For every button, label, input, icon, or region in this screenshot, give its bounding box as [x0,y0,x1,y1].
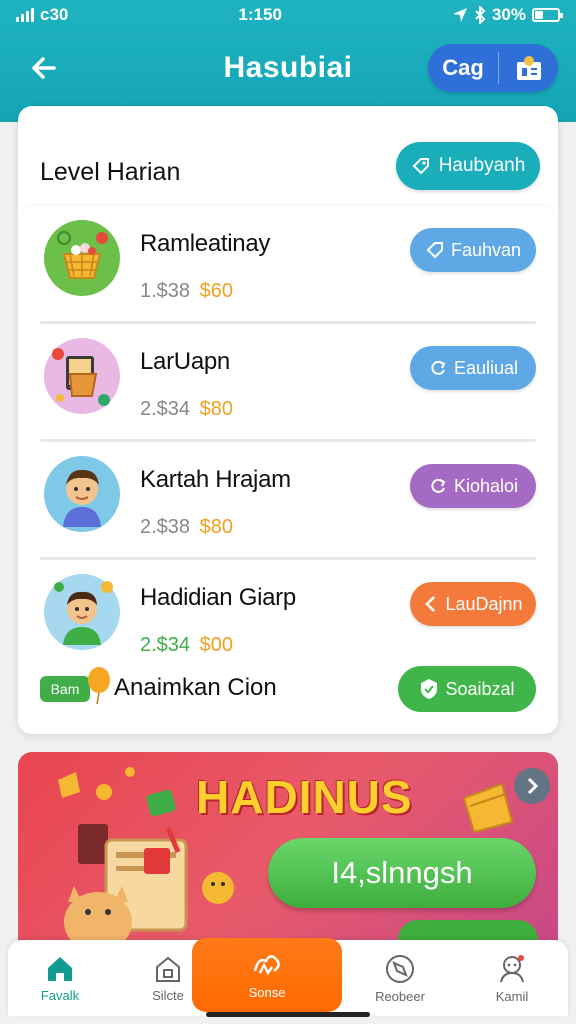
extra-action-label: Soaibzal [445,678,515,699]
level-card: Level Harian Haubyanh Ramleatinay 1.$38 [18,106,558,734]
boy-icon [63,469,101,527]
list-item-extra: Bam Anaimkan Cion Soaibzal [22,658,554,724]
item-price: 2.$34 $80 [140,398,233,421]
refresh-icon [431,478,446,493]
bluetooth-icon [475,6,486,24]
banner-cta-button[interactable]: I4,slnngsh [268,838,536,908]
item-action-button[interactable]: Eauliual [410,346,536,390]
man-icon [54,581,113,645]
tablet-icon [52,348,110,406]
app-header: c30 1:150 30% Hasubiai Cag [0,0,576,122]
shield-check-icon [421,679,438,699]
id-card-icon [516,56,541,80]
person-avatar [44,574,120,650]
item-name: Ramleatinay [140,230,271,257]
nav-row: Hasubiai Cag [0,40,576,96]
carrier-text: c30 [40,5,69,24]
section-title: Level Harian [40,158,181,186]
status-bar: c30 1:150 30% [0,0,576,30]
list-item: LarUapn 2.$34 $80 Eauliual [22,324,554,442]
item-action-label: LauDajnn [445,593,523,614]
refresh-icon [431,360,446,375]
back-button[interactable] [24,48,64,88]
item-new-price: $60 [199,280,233,302]
item-new-price: $80 [199,398,233,420]
item-old-price: 2.$38 [140,516,191,538]
item-action-label: Kiohaloi [453,475,519,496]
item-action-button[interactable]: Kiohaloi [410,464,536,508]
item-name: Kartah Hrajam [140,466,291,493]
nav-label: Sonse [248,984,286,1000]
nav-item-profile[interactable]: Kamil [460,940,564,1016]
item-action-button[interactable]: Fauhvan [410,228,536,272]
bottom-navigation: Favalk Silcte Sonse Reobeer Kamil [8,938,568,1016]
header-pill-button[interactable]: Cag [428,55,498,81]
item-old-price: 2.$34 [140,398,191,420]
item-new-price: $80 [199,516,233,538]
home-indicator [206,1012,370,1017]
header-pill: Cag [428,44,558,92]
battery-icon [531,8,563,22]
nav-label: Kamil [495,988,529,1004]
battery-text: 30% [491,5,526,24]
item-price: 1.$38 $60 [140,280,233,303]
extra-action-button[interactable]: Soaibzal [398,666,536,712]
arrow-left-icon [32,57,56,79]
tag-icon [426,242,443,259]
status-time: 1:150 [238,5,282,24]
item-price: 2.$34 $00 [140,634,233,657]
extra-label: Anaimkan Cion [114,674,277,701]
nav-label: Silcte [152,987,184,1003]
chevron-right-icon [527,777,539,795]
item-action-button[interactable]: LauDajnn [410,582,536,626]
home-icon [48,956,72,981]
nav-item-scan[interactable]: Sonse [192,938,342,1012]
tag-icon [412,158,429,175]
compass-icon [386,954,414,983]
banner-next-button[interactable] [514,768,550,804]
item-action-label: Fauhvan [450,239,522,260]
signal-icon [16,8,34,22]
promo-banner[interactable]: HADINUS I4,slnngsh [18,752,558,952]
nav-item-home[interactable]: Favalk [8,940,112,1016]
person-avatar [44,456,120,532]
profile-card-button[interactable] [499,54,558,82]
tablet-avatar [44,338,120,414]
nav-item-explore[interactable]: Reobeer [348,940,452,1016]
chevron-left-icon [425,596,436,612]
gift-icon [462,782,514,834]
section-action-button[interactable]: Haubyanh [396,142,540,190]
profile-icon [500,954,524,982]
new-badge: Bam [40,676,90,702]
level-list: Ramleatinay 1.$38 $60 Fauhvan LarUapn 2.… [22,206,554,726]
item-new-price: $00 [199,634,233,656]
item-action-label: Eauliual [453,357,519,378]
basket-avatar [44,220,120,296]
location-icon [452,8,467,22]
item-name: Hadidian Giarp [140,584,296,611]
store-icon [156,956,180,982]
page-title: Hasubiai [223,51,353,84]
item-price: 2.$38 $80 [140,516,233,539]
scan-icon [253,954,280,975]
item-name: LarUapn [140,348,230,375]
item-old-price: 2.$34 [140,634,191,656]
list-item: Ramleatinay 1.$38 $60 Fauhvan [22,206,554,324]
balloon-icon [88,667,110,705]
nav-label: Reobeer [375,988,425,1004]
item-old-price: 1.$38 [140,280,191,302]
nav-label: Favalk [40,987,80,1003]
basket-icon [57,231,108,279]
list-item: Kartah Hrajam 2.$38 $80 Kiohaloi [22,442,554,560]
banner-title: HADINUS [196,771,413,823]
section-action-label: Haubyanh [438,155,526,176]
